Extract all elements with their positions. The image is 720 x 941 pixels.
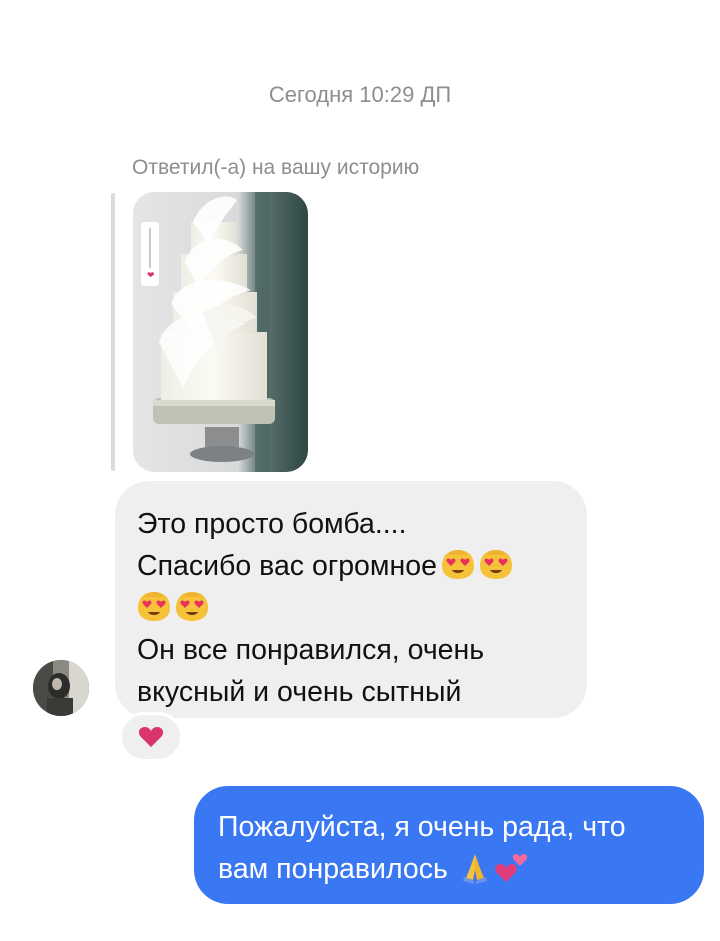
message-text-fragment: вам понравилось (218, 853, 448, 885)
heart-eyes-emoji (479, 547, 513, 581)
message-text-line: Он все понравился, очень (137, 634, 485, 666)
wedding-cake-image (133, 192, 308, 472)
story-thumbnail[interactable] (133, 192, 308, 472)
story-sticker: ❤ (141, 222, 159, 286)
message-text-line: Спасибо вас огромное (137, 545, 565, 587)
story-reply-label: Ответил(-а) на вашу историю (132, 156, 420, 179)
two-hearts-emoji (494, 850, 528, 884)
message-text-line: вкусный и очень сытный (137, 676, 462, 708)
chat-timestamp: Сегодня 10:29 ДП (268, 82, 452, 107)
message-emoji-line (137, 587, 565, 629)
message-text-line: Это просто бомба.... (137, 508, 407, 540)
message-text-fragment: Спасибо вас огромное (137, 550, 437, 582)
incoming-message-bubble[interactable]: Это просто бомба.... Спасибо вас огромно… (115, 481, 587, 718)
folded-hands-emoji (458, 850, 492, 884)
heart-eyes-emoji (137, 589, 171, 623)
outgoing-message-bubble[interactable]: Пожалуйста, я очень рада, что вам понрав… (194, 786, 704, 904)
message-reaction[interactable] (119, 712, 183, 762)
sender-avatar[interactable] (33, 660, 89, 716)
heart-eyes-emoji (441, 547, 475, 581)
message-text-line: вам понравилось (218, 848, 682, 890)
heart-eyes-emoji (175, 589, 209, 623)
message-text-line: Пожалуйста, я очень рада, что (218, 811, 626, 843)
heart-icon (138, 727, 164, 747)
avatar-photo (33, 660, 89, 716)
story-reply-quote-bar (111, 193, 115, 471)
